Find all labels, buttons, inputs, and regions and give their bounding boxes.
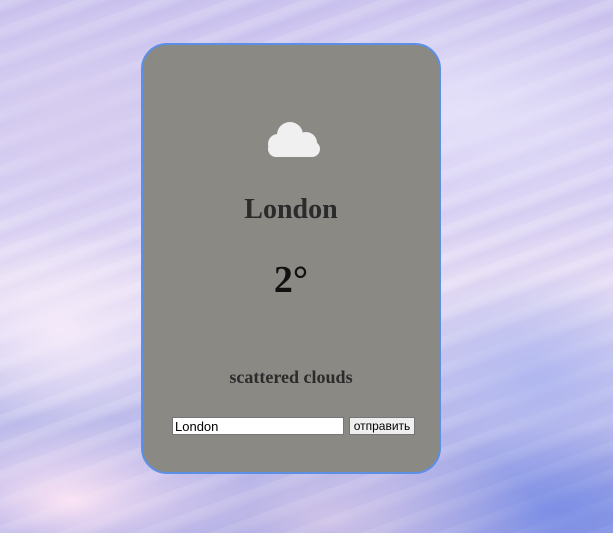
city-input[interactable] bbox=[172, 417, 344, 435]
city-name: London bbox=[244, 194, 338, 225]
page-background: { "weather": { "icon": "cloud-icon", "ci… bbox=[0, 0, 613, 533]
weather-card: London 2° scattered clouds отправить bbox=[141, 43, 441, 474]
submit-button[interactable]: отправить bbox=[349, 417, 415, 435]
temperature: 2° bbox=[273, 259, 309, 301]
cloud-icon bbox=[268, 122, 320, 157]
weather-description: scattered clouds bbox=[229, 367, 353, 387]
